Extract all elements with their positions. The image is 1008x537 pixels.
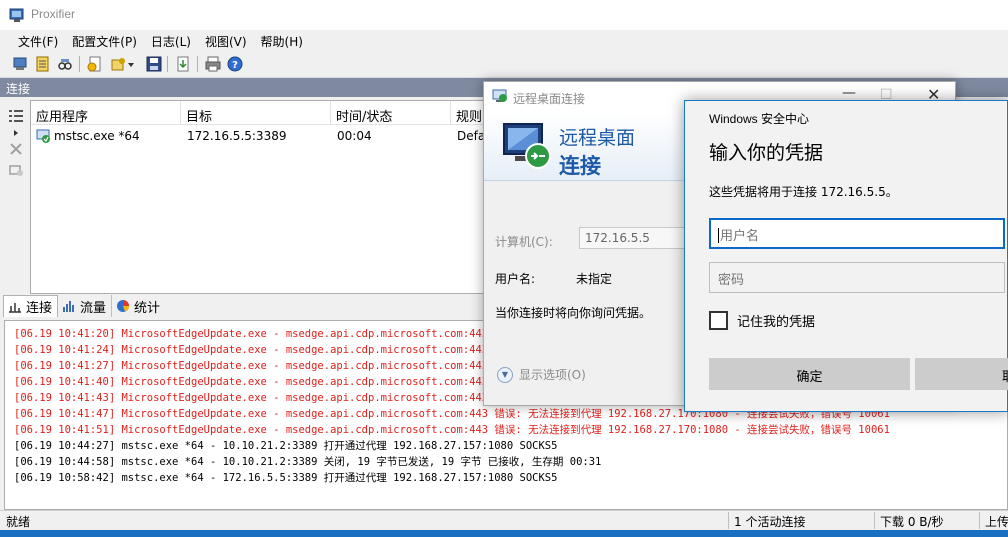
column-header-time-status[interactable]: 时间/状态 bbox=[331, 101, 451, 125]
username-label: 用户名: bbox=[495, 272, 536, 286]
username-value: 未指定 bbox=[576, 272, 613, 286]
menu-bar: 文件(F) 配置文件(P) 日志(L) 视图(V) 帮助(H) bbox=[0, 30, 1008, 52]
menu-log[interactable]: 日志(L) bbox=[144, 30, 198, 52]
tab-statistics-label: 统计 bbox=[134, 300, 161, 316]
tab-connections-label: 连接 bbox=[26, 301, 53, 316]
column-header-application[interactable]: 应用程序 bbox=[31, 101, 181, 125]
toolbar-separator bbox=[197, 56, 198, 72]
profile-icon[interactable] bbox=[12, 55, 30, 73]
disconnect-icon[interactable] bbox=[7, 162, 25, 178]
menu-view[interactable]: 视图(V) bbox=[198, 30, 254, 52]
cancel-button[interactable]: 取消 bbox=[915, 358, 1008, 390]
show-options-button[interactable]: ▼ 显示选项(O) bbox=[497, 366, 586, 383]
toolbar-separator bbox=[79, 56, 80, 72]
log-line: [06.19 10:41:51] MicrosoftEdgeUpdate.exe… bbox=[14, 424, 890, 436]
username-field[interactable]: 用户名 bbox=[709, 218, 1005, 249]
rules-icon[interactable] bbox=[86, 55, 104, 73]
row-application: mstsc.exe *64 bbox=[54, 129, 140, 143]
column-header-target[interactable]: 目标 bbox=[181, 101, 331, 125]
security-heading: 输入你的凭据 bbox=[709, 142, 824, 164]
connections-list-header: 应用程序 目标 时间/状态 规则 bbox=[31, 101, 489, 125]
rdc-app-icon bbox=[492, 89, 507, 102]
log-line: [06.19 10:44:27] mstsc.exe *64 - 10.10.2… bbox=[14, 440, 558, 452]
password-placeholder: 密码 bbox=[718, 273, 745, 288]
security-subtitle: 这些凭据将用于连接 172.16.5.5。 bbox=[709, 185, 898, 199]
connections-icon bbox=[9, 302, 21, 313]
desktop-background-strip bbox=[0, 530, 1008, 537]
list-side-toolbar bbox=[3, 100, 30, 290]
status-divider bbox=[874, 512, 875, 529]
text-caret bbox=[718, 228, 719, 243]
log-line: [06.19 10:58:42] mstsc.exe *64 - 172.16.… bbox=[14, 472, 558, 484]
log-line: [06.19 10:44:58] mstsc.exe *64 - 10.10.2… bbox=[14, 456, 602, 468]
status-upload-rate: 上传 bbox=[985, 515, 1008, 529]
menu-file[interactable]: 文件(F) bbox=[11, 30, 65, 52]
help-icon[interactable]: ? bbox=[226, 55, 244, 73]
status-divider bbox=[979, 512, 980, 529]
rdc-banner-subtitle: 连接 bbox=[559, 154, 601, 178]
status-divider bbox=[728, 512, 729, 529]
security-caption: Windows 安全中心 bbox=[709, 112, 810, 126]
tab-statistics[interactable]: 统计 bbox=[112, 295, 165, 317]
statistics-pie-icon bbox=[117, 300, 130, 312]
connections-list[interactable]: 应用程序 目标 时间/状态 规则 mstsc.exe *64 172.16.5.… bbox=[30, 100, 490, 294]
menu-help[interactable]: 帮助(H) bbox=[254, 30, 310, 52]
checkbox-box bbox=[709, 311, 728, 330]
remember-credentials-checkbox[interactable]: 记住我的凭据 bbox=[709, 311, 815, 330]
menu-profile[interactable]: 配置文件(P) bbox=[65, 30, 144, 52]
tab-connections[interactable]: 连接 bbox=[3, 295, 59, 317]
status-download-rate: 下载 0 B/秒 bbox=[880, 515, 944, 529]
list-view-icon[interactable] bbox=[7, 108, 25, 124]
rdc-title: 远程桌面连接 bbox=[513, 92, 586, 106]
save-icon[interactable] bbox=[145, 55, 163, 73]
computer-input[interactable]: 172.16.5.5 bbox=[579, 227, 699, 249]
log-icon[interactable] bbox=[34, 55, 52, 73]
table-row[interactable]: mstsc.exe *64 172.16.5.5:3389 00:04 Defa bbox=[31, 127, 489, 147]
close-connection-icon[interactable] bbox=[7, 141, 25, 157]
ok-button[interactable]: 确定 bbox=[709, 358, 910, 390]
rdc-banner-title: 远程桌面 bbox=[559, 127, 636, 149]
chevron-down-icon: ▼ bbox=[497, 366, 513, 383]
tab-traffic[interactable]: 流量 bbox=[58, 295, 113, 317]
traffic-chart-icon bbox=[63, 301, 75, 312]
proxifier-title: Proxifier bbox=[31, 7, 76, 21]
credentials-prompt-note: 当你连接时将向你询问凭据。 bbox=[495, 306, 652, 320]
status-ready: 就绪 bbox=[6, 515, 31, 529]
proxifier-app-icon bbox=[9, 8, 24, 22]
computer-label: 计算机(C): bbox=[495, 235, 553, 249]
row-target: 172.16.5.5:3389 bbox=[187, 129, 287, 143]
import-icon[interactable] bbox=[174, 55, 192, 73]
svg-text:?: ? bbox=[232, 60, 238, 71]
proxy-servers-icon[interactable] bbox=[56, 55, 74, 73]
tab-traffic-label: 流量 bbox=[80, 300, 107, 316]
toolbar: ? bbox=[0, 52, 1008, 78]
username-placeholder: 用户名 bbox=[720, 229, 760, 244]
remote-desktop-monitor-icon bbox=[503, 123, 551, 169]
print-icon[interactable] bbox=[204, 55, 222, 73]
row-time: 00:04 bbox=[337, 129, 372, 143]
password-field[interactable]: 密码 bbox=[709, 262, 1005, 293]
mstsc-app-icon bbox=[36, 129, 50, 143]
row-rule: Defa bbox=[457, 129, 486, 143]
status-active-connections: 1 个活动连接 bbox=[734, 515, 806, 529]
show-options-label: 显示选项(O) bbox=[519, 368, 586, 382]
windows-security-dialog: Windows 安全中心 输入你的凭据 这些凭据将用于连接 172.16.5.5… bbox=[684, 100, 1008, 412]
toolbar-separator bbox=[167, 56, 168, 72]
proxifier-title-bar[interactable]: Proxifier bbox=[0, 0, 1008, 30]
status-bar: 就绪 1 个活动连接 下载 0 B/秒 上传 bbox=[0, 510, 1008, 530]
advanced-dropdown-icon[interactable] bbox=[126, 55, 136, 73]
expand-arrow-icon[interactable] bbox=[7, 125, 25, 141]
minimize-icon[interactable]: — bbox=[842, 85, 856, 101]
remember-credentials-label: 记住我的凭据 bbox=[737, 315, 816, 330]
bottom-tabs: 连接 流量 统计 bbox=[3, 295, 493, 319]
